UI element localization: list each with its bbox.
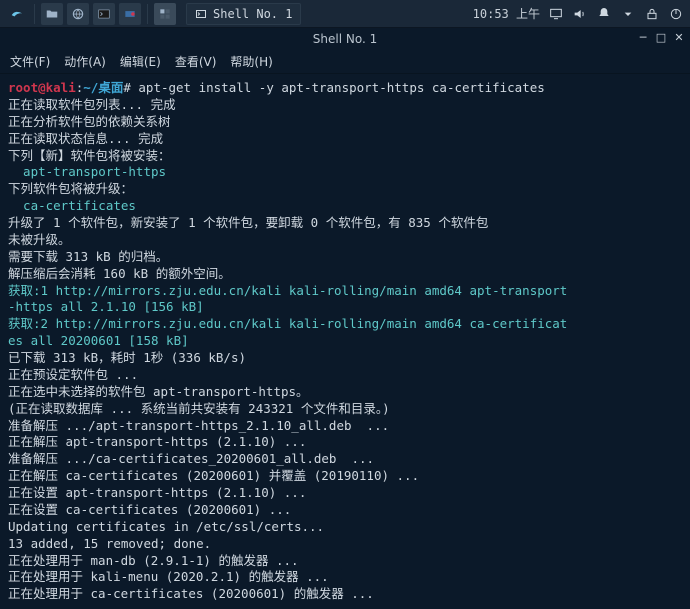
line-package: apt-transport-https (8, 164, 166, 179)
line-package: ca-certificates (8, 198, 136, 213)
line: 需要下载 313 kB 的归档。 (8, 249, 168, 264)
line: 正在预设定软件包 ... (8, 367, 138, 382)
menu-actions[interactable]: 动作(A) (64, 53, 106, 70)
line: 升级了 1 个软件包，新安装了 1 个软件包，要卸载 0 个软件包，有 835 … (8, 215, 488, 230)
notifications-icon[interactable] (596, 6, 612, 22)
display-icon[interactable] (548, 6, 564, 22)
line: 正在解压 ca-certificates (20200601) 并覆盖 (201… (8, 468, 419, 483)
line: 解压缩后会消耗 160 kB 的额外空间。 (8, 266, 231, 281)
separator (147, 4, 148, 24)
command: apt-get install -y apt-transport-https c… (138, 80, 544, 95)
taskbar-left: Shell No. 1 (6, 3, 301, 25)
minimize-button[interactable]: ─ (636, 30, 650, 44)
line: 正在读取软件包列表... 完成 (8, 97, 176, 112)
taskbar: Shell No. 1 10:53 上午 (0, 0, 690, 28)
line: 正在解压 apt-transport-https (2.1.10) ... (8, 434, 306, 449)
line: 正在处理用于 kali-menu (2020.2.1) 的触发器 ... (8, 569, 329, 584)
line-fetch: 获取:1 http://mirrors.zju.edu.cn/kali kali… (8, 283, 567, 298)
prompt-path: ~/桌面 (83, 80, 123, 95)
volume-icon[interactable] (572, 6, 588, 22)
power-icon[interactable] (668, 6, 684, 22)
line: 准备解压 .../apt-transport-https_2.1.10_all.… (8, 418, 389, 433)
line: 正在处理用于 man-db (2.9.1-1) 的触发器 ... (8, 553, 299, 568)
prompt-user: root@kali (8, 80, 76, 95)
window-titlebar: Shell No. 1 ─ □ ✕ (0, 28, 690, 50)
line: 正在分析软件包的依赖关系树 (8, 114, 171, 129)
line-fetch: es all 20200601 [158 kB] (8, 333, 189, 348)
line: 未被升级。 (8, 232, 71, 247)
menu-edit[interactable]: 编辑(E) (120, 53, 161, 70)
terminal-output[interactable]: root@kali:~/桌面# apt-get install -y apt-t… (0, 74, 690, 609)
menubar: 文件(F) 动作(A) 编辑(E) 查看(V) 帮助(H) (0, 50, 690, 74)
active-window-button[interactable]: Shell No. 1 (186, 3, 301, 25)
maximize-button[interactable]: □ (654, 30, 668, 44)
line: 正在设置 apt-transport-https (2.1.10) ... (8, 485, 306, 500)
workspace-switcher[interactable] (154, 3, 176, 25)
line-fetch: 获取:2 http://mirrors.zju.edu.cn/kali kali… (8, 316, 567, 331)
terminal-app-icon[interactable] (93, 3, 115, 25)
kali-logo-icon[interactable] (6, 3, 28, 25)
line: 正在处理用于 ca-certificates (20200601) 的触发器 .… (8, 586, 374, 601)
line: (正在读取数据库 ... 系统当前共安装有 243321 个文件和目录。) (8, 401, 390, 416)
line-package: apt-transport-https (153, 384, 296, 399)
line: 正在读取状态信息... 完成 (8, 131, 163, 146)
window-title-text: Shell No. 1 (313, 32, 377, 46)
line: Updating certificates in /etc/ssl/certs.… (8, 519, 324, 534)
recorder-icon[interactable] (119, 3, 141, 25)
line: 已下载 313 kB，耗时 1秒 (336 kB/s) (8, 350, 246, 365)
menu-file[interactable]: 文件(F) (10, 53, 50, 70)
line: 。 (296, 384, 309, 399)
line: 正在设置 ca-certificates (20200601) ... (8, 502, 291, 517)
window-controls: ─ □ ✕ (636, 30, 686, 44)
line: 下列【新】软件包将被安装： (8, 148, 171, 163)
line-fetch: -https all 2.1.10 [156 kB] (8, 299, 204, 314)
overflow-icon[interactable] (620, 6, 636, 22)
line: 正在选中未选择的软件包 (8, 384, 153, 399)
separator (34, 4, 35, 24)
lock-icon[interactable] (644, 6, 660, 22)
prompt-hash: # (123, 80, 131, 95)
menu-view[interactable]: 查看(V) (175, 53, 217, 70)
line: 下列软件包将被升级： (8, 181, 133, 196)
folder-icon[interactable] (41, 3, 63, 25)
close-button[interactable]: ✕ (672, 30, 686, 44)
line: 准备解压 .../ca-certificates_20200601_all.de… (8, 451, 374, 466)
taskbar-right: 10:53 上午 (473, 5, 684, 22)
menu-help[interactable]: 帮助(H) (230, 53, 272, 70)
browser-icon[interactable] (67, 3, 89, 25)
line: 13 added, 15 removed; done. (8, 536, 211, 551)
clock[interactable]: 10:53 上午 (473, 5, 540, 22)
active-window-label: Shell No. 1 (213, 7, 292, 21)
